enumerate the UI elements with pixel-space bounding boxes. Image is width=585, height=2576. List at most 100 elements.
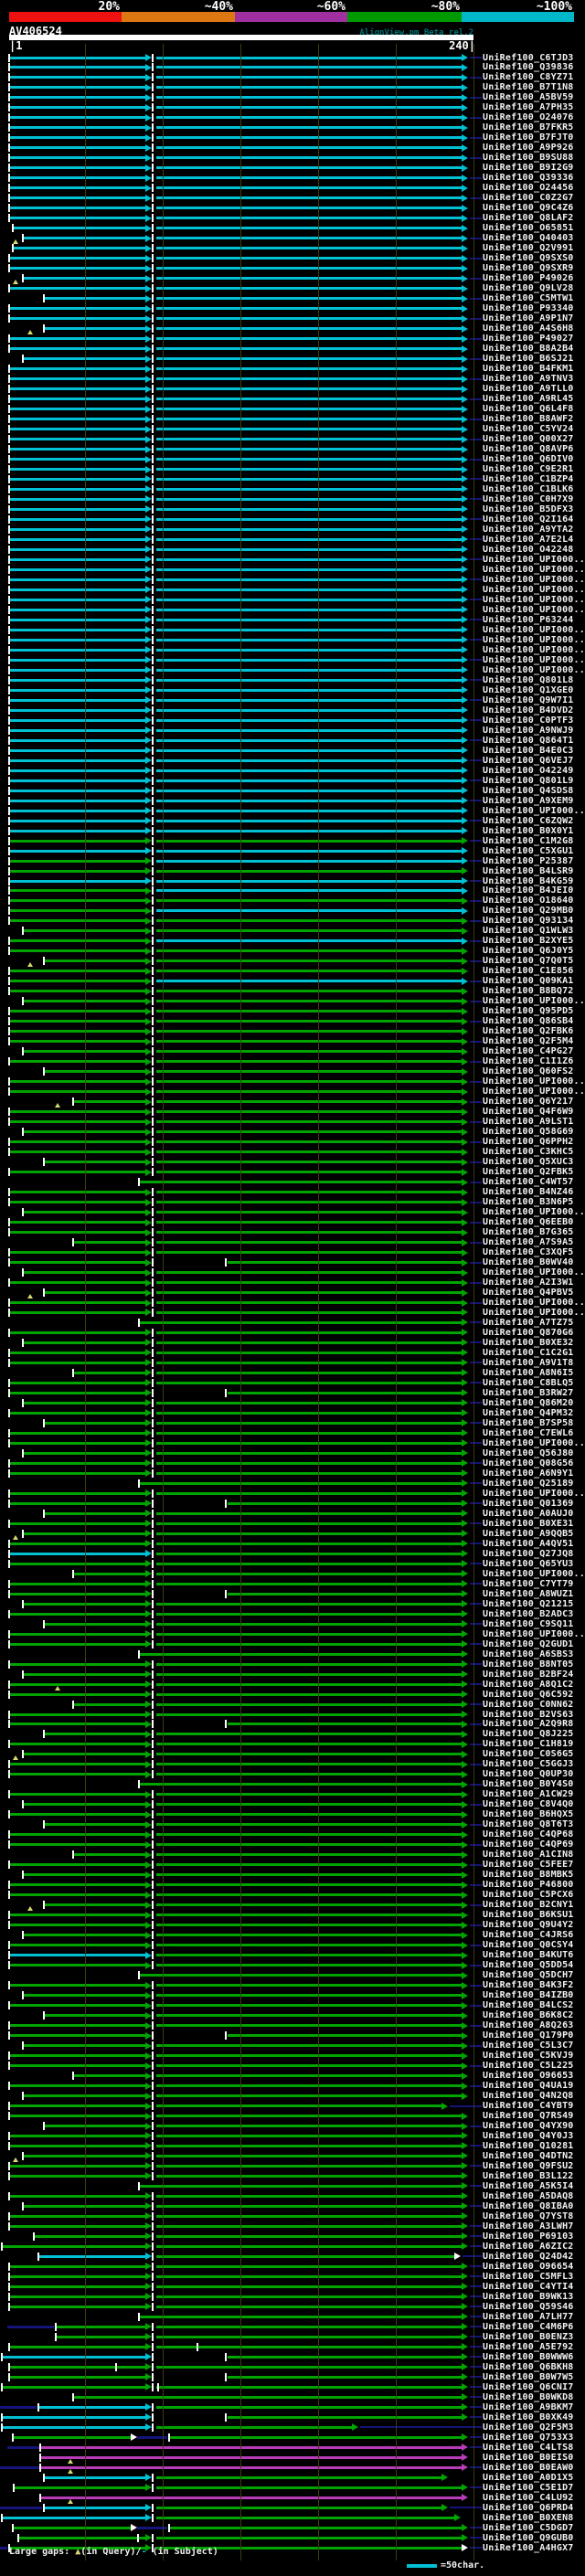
hsp-bar[interactable]	[156, 809, 462, 812]
hsp-bar[interactable]	[9, 2024, 145, 2028]
hsp-bar[interactable]	[9, 477, 145, 481]
hsp-bar[interactable]	[14, 2526, 131, 2529]
hit-accession-label[interactable]: UniRef100_Q9SXR9	[483, 263, 574, 273]
hsp-bar[interactable]	[44, 1161, 145, 1164]
hsp-bar[interactable]	[156, 1542, 462, 1545]
hsp-bar[interactable]	[156, 2014, 462, 2018]
hit-accession-label[interactable]: UniRef100_B7FJT0	[483, 133, 574, 143]
hsp-bar[interactable]	[156, 1632, 462, 1636]
hit-accession-label[interactable]: UniRef100_B4JEI0	[483, 885, 574, 896]
hsp-bar[interactable]	[9, 537, 145, 541]
hsp-bar[interactable]	[156, 247, 462, 250]
hsp-bar[interactable]	[156, 2204, 462, 2208]
hsp-bar[interactable]	[156, 277, 462, 281]
hsp-bar[interactable]	[156, 2536, 462, 2539]
hsp-bar[interactable]	[156, 1602, 462, 1606]
hit-accession-label[interactable]: UniRef100_UPI000..	[483, 655, 585, 665]
hsp-bar[interactable]	[156, 2064, 462, 2068]
hsp-bar[interactable]	[156, 2305, 462, 2308]
hsp-bar[interactable]	[156, 1301, 462, 1304]
hit-accession-label[interactable]: UniRef100_UPI000..	[483, 806, 585, 816]
hsp-bar[interactable]	[9, 1251, 145, 1255]
hsp-bar[interactable]	[156, 176, 462, 180]
hsp-bar[interactable]	[156, 2516, 454, 2519]
hsp-bar[interactable]	[156, 337, 462, 341]
hsp-bar[interactable]	[156, 1733, 462, 1736]
hsp-bar[interactable]	[9, 879, 145, 883]
hit-accession-label[interactable]: UniRef100_B4DVD2	[483, 705, 574, 716]
hit-accession-label[interactable]: UniRef100_C1H819	[483, 1739, 574, 1749]
hit-accession-label[interactable]: UniRef100_C4M6P6	[483, 2322, 574, 2332]
hsp-bar[interactable]	[139, 1320, 462, 1324]
hsp-bar[interactable]	[156, 287, 462, 291]
hsp-bar[interactable]	[228, 1723, 462, 1726]
hit-accession-label[interactable]: UniRef100_B8A2B4	[483, 344, 574, 354]
hsp-bar[interactable]	[9, 1120, 145, 1124]
hsp-bar[interactable]	[9, 1642, 145, 1646]
hsp-bar[interactable]	[73, 2074, 145, 2078]
hsp-bar[interactable]	[9, 618, 145, 621]
hit-accession-label[interactable]: UniRef100_C6ZQW2	[483, 816, 574, 826]
hit-accession-label[interactable]: UniRef100_Q864T1	[483, 736, 574, 746]
hit-accession-label[interactable]: UniRef100_B0XE32	[483, 1338, 574, 1348]
hsp-bar[interactable]	[156, 638, 462, 641]
hsp-bar[interactable]	[156, 859, 462, 863]
hsp-bar[interactable]	[9, 1954, 145, 1957]
hsp-bar[interactable]	[156, 1773, 462, 1776]
hsp-bar[interactable]	[156, 96, 462, 100]
hsp-bar[interactable]	[9, 156, 145, 160]
hit-accession-label[interactable]: UniRef100_B4IZB0	[483, 1990, 574, 2000]
hsp-bar[interactable]	[156, 1924, 462, 1927]
hsp-bar[interactable]	[156, 1833, 462, 1837]
hsp-bar[interactable]	[9, 1310, 145, 1314]
hsp-bar[interactable]	[9, 96, 145, 100]
hsp-bar[interactable]	[156, 819, 462, 822]
hit-accession-label[interactable]: UniRef100_C1BZP4	[483, 474, 574, 484]
hit-accession-label[interactable]: UniRef100_Q39336	[483, 173, 574, 183]
hsp-bar[interactable]	[9, 1020, 145, 1023]
hsp-bar[interactable]	[9, 578, 145, 581]
hit-accession-label[interactable]: UniRef100_Q5DCH7	[483, 1970, 574, 1980]
hit-accession-label[interactable]: UniRef100_C3XQF5	[483, 1247, 574, 1257]
hsp-bar[interactable]	[23, 1803, 145, 1807]
hit-accession-label[interactable]: UniRef100_Q6C592	[483, 1690, 574, 1700]
hit-accession-label[interactable]: UniRef100_A4S6H8	[483, 323, 574, 334]
hsp-bar[interactable]	[9, 1813, 145, 1817]
hsp-bar[interactable]	[139, 2184, 462, 2188]
hsp-bar[interactable]	[9, 1060, 145, 1064]
hit-accession-label[interactable]: UniRef100_Q5XUC3	[483, 1157, 574, 1167]
hsp-bar[interactable]	[9, 1692, 145, 1696]
hit-accession-label[interactable]: UniRef100_Q4N2Q8	[483, 2091, 574, 2101]
hit-accession-label[interactable]: UniRef100_A5K5I4	[483, 2181, 574, 2191]
hit-accession-label[interactable]: UniRef100_A9TNV3	[483, 374, 574, 384]
hit-accession-label[interactable]: UniRef100_A2I3W1	[483, 1277, 574, 1288]
hit-accession-label[interactable]: UniRef100_UPI000..	[483, 1438, 585, 1448]
hsp-bar[interactable]	[156, 2345, 462, 2348]
hit-accession-label[interactable]: UniRef100_Q4PM32	[483, 1408, 574, 1418]
hsp-bar[interactable]	[156, 2194, 462, 2198]
hit-accession-label[interactable]: UniRef100_Q93134	[483, 916, 574, 926]
hit-accession-label[interactable]: UniRef100_UPI000..	[483, 605, 585, 615]
hit-accession-label[interactable]: UniRef100_A9TLL0	[483, 384, 574, 394]
hit-accession-label[interactable]: UniRef100_B3RW27	[483, 1388, 574, 1398]
hsp-bar[interactable]	[44, 2506, 145, 2509]
hsp-bar[interactable]	[156, 578, 462, 581]
hsp-bar[interactable]	[156, 357, 462, 361]
hsp-bar[interactable]	[9, 56, 145, 59]
hit-accession-label[interactable]: UniRef100_Q0UP30	[483, 1769, 574, 1779]
hsp-bar[interactable]	[156, 1934, 462, 1937]
hsp-bar[interactable]	[9, 196, 145, 200]
hsp-bar[interactable]	[9, 186, 145, 190]
hsp-bar[interactable]	[44, 2475, 145, 2479]
hsp-bar[interactable]	[9, 1491, 145, 1495]
hit-accession-label[interactable]: UniRef100_B4E0C3	[483, 746, 574, 756]
hsp-bar[interactable]	[23, 1271, 145, 1275]
hsp-bar[interactable]	[156, 889, 462, 893]
hsp-bar[interactable]	[9, 1833, 145, 1837]
hsp-bar[interactable]	[9, 628, 145, 631]
hsp-bar[interactable]	[156, 126, 462, 130]
hsp-bar[interactable]	[156, 849, 462, 853]
hsp-bar[interactable]	[9, 2115, 145, 2118]
hsp-bar[interactable]	[23, 1994, 145, 1998]
hsp-bar[interactable]	[9, 1221, 145, 1224]
